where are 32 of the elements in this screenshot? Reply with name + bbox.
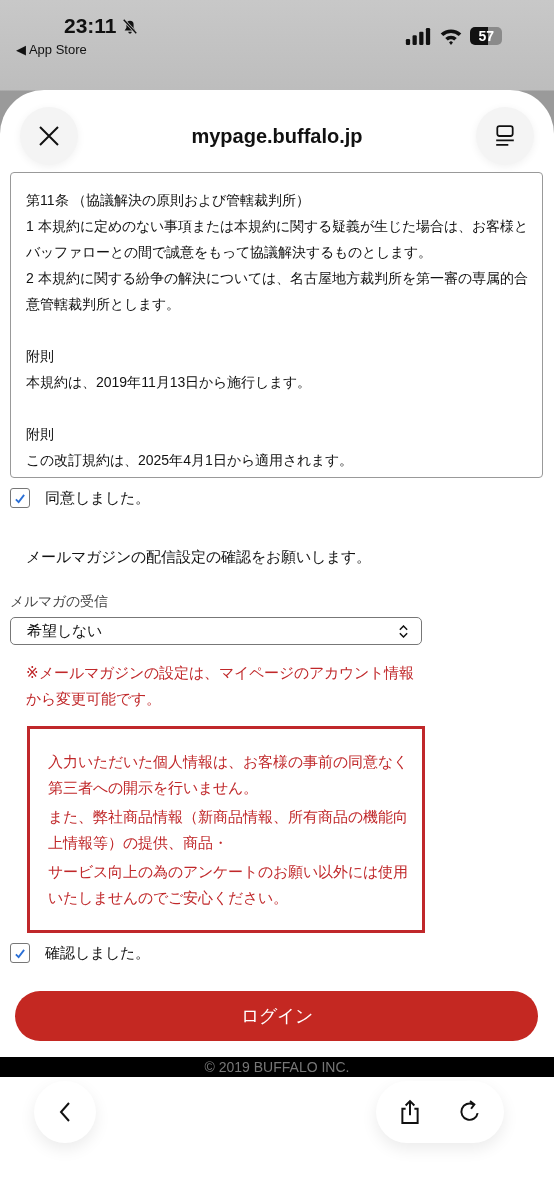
privacy-notice-text: サービス向上の為のアンケートのお願い以外には使用いたしませんのでご安心ください。 xyxy=(48,863,409,908)
terms-text: 1 本規約に定めのない事項または本規約に関する疑義が生じた場合は、お客様とバッファローとの間で誠意をもって協議解決するものとします。 xyxy=(26,217,529,262)
terms-text: 本規約は、2019年11月13日から施行します。 xyxy=(26,373,313,392)
chevron-updown-icon xyxy=(398,624,409,638)
terms-text: この改訂規約は、2025年4月1日から適用されます。 xyxy=(26,451,354,470)
signal-icon xyxy=(404,27,433,45)
url-text: mypage.buffalo.jp xyxy=(191,124,363,148)
checkmark-icon xyxy=(14,947,26,959)
terms-text: 第11条 （協議解決の原則および管轄裁判所） xyxy=(26,191,312,210)
close-icon xyxy=(38,125,60,147)
terms-text: 2 本規約に関する紛争の解決については、名古屋地方裁判所を第一審の専属的合意管轄裁判所とします。 xyxy=(26,269,529,314)
privacy-notice-text: また、弊社商品情報（新商品情報、所有商品の機能向上情報等）の提供、商品・ xyxy=(48,808,409,853)
privacy-notice-text: 入力いただいた個人情報は、お客様の事前の同意なく第三者への開示を行いません。 xyxy=(48,753,409,798)
checkmark-icon xyxy=(14,492,26,504)
back-to-app-link[interactable]: ◀ App Store xyxy=(16,42,139,57)
newsletter-note: ※メールマガジンの設定は、マイページのアカウント情報から変更可能です。 xyxy=(26,663,415,709)
battery-indicator: 57 xyxy=(470,27,502,45)
share-icon xyxy=(398,1099,422,1125)
copyright-footer: © 2019 BUFFALO INC. xyxy=(0,1057,554,1077)
login-button[interactable]: ログイン xyxy=(15,991,538,1041)
newsletter-select[interactable]: 希望しない xyxy=(10,617,422,645)
select-label: メルマガの受信 xyxy=(10,593,109,611)
checkbox[interactable] xyxy=(10,488,30,508)
terms-text: 附則 xyxy=(26,425,55,444)
newsletter-message: メールマガジンの配信設定の確認をお願いします。 xyxy=(26,548,372,567)
checkbox[interactable] xyxy=(10,943,30,963)
page-menu-icon xyxy=(494,125,516,147)
checkbox-label: 確認しました。 xyxy=(45,943,150,963)
wifi-icon xyxy=(439,27,464,45)
terms-text: 附則 xyxy=(26,347,55,366)
checkbox-label: 同意しました。 xyxy=(45,488,150,508)
status-time: 23:11 xyxy=(64,14,117,38)
